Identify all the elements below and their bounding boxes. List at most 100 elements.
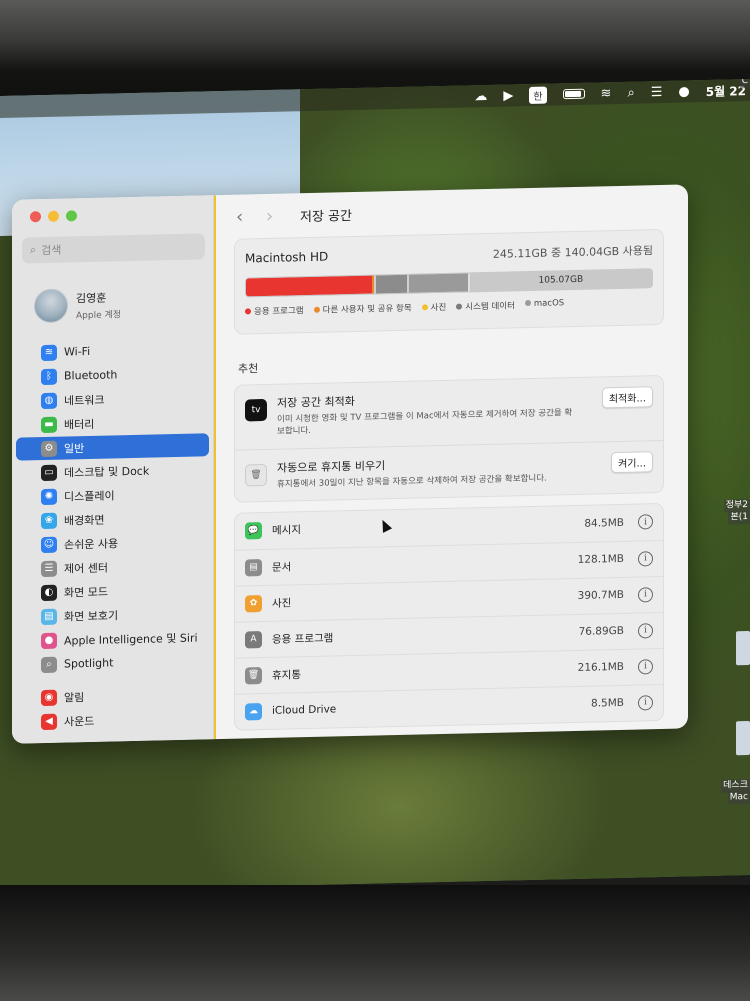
dock-icon: ▭ [41, 464, 57, 481]
legend-dot [245, 308, 251, 315]
optimize-button[interactable]: 최적화... [601, 386, 653, 409]
storage-bar[interactable]: 105.07GB [214, 195, 653, 740]
recommendations-heading: 추천 [238, 362, 259, 376]
search-placeholder: 검색 [41, 243, 62, 258]
sidebar-list: ≋ Wi-Fi ᛒ Bluetooth ◍ 네트워크 ▬ 배터리 ⚙ 일반 ▭ 데스크탑 및 Dock… [12, 337, 213, 734]
category-name: iCloud Drive [272, 703, 337, 718]
legend-dot [313, 306, 320, 313]
sidebar-item-label: 화면 모드 [64, 585, 108, 600]
category-name: 응용 프로그램 [272, 632, 334, 646]
storage-legend: 응용 프로그램 다른 사용자 및 공유 항목 사진 시스템 데이터 macOS [245, 296, 653, 317]
creative-cloud-icon[interactable]: ☁ [474, 88, 487, 103]
zoom-button[interactable] [66, 210, 77, 222]
legend-item: macOS [524, 298, 564, 311]
sidebar-item[interactable]: ◐ 화면 모드 [16, 577, 209, 604]
spotlight-icon: ⌕ [41, 656, 57, 673]
sidebar-item[interactable]: ☺ 손쉬운 사용 [16, 529, 209, 556]
sidebar-item[interactable]: ● Apple Intelligence 및 Siri [16, 625, 209, 652]
sidebar-item[interactable]: ⚙ 일반 [16, 433, 209, 461]
sidebar-item-label: 배터리 [64, 417, 95, 432]
disk-name: Macintosh HD [245, 249, 329, 266]
window-controls [30, 210, 77, 223]
category-size: 216.1MB [577, 661, 624, 675]
sidebar-item[interactable]: ◀ 사운드 [16, 706, 209, 733]
sidebar-item[interactable]: ⌕ Spotlight [16, 649, 209, 676]
sidebar-item[interactable]: ▤ 화면 보호기 [16, 601, 209, 628]
storage-pane: ‹ › 저장 공간 Macintosh HD 245.11GB 중 140.04… [214, 184, 688, 740]
globe-icon: ◍ [41, 392, 57, 409]
screensaver-icon: ▤ [41, 608, 57, 625]
close-button[interactable] [30, 211, 41, 223]
storage-segment-macos[interactable] [406, 273, 468, 293]
bluetooth-icon: ᛒ [41, 368, 57, 385]
info-icon[interactable]: i [638, 695, 653, 711]
sidebar-item[interactable]: ▬ 배터리 [16, 409, 209, 436]
battery-icon: ▬ [41, 416, 57, 433]
legend-label: 응용 프로그램 [254, 306, 304, 318]
recommendation-row: 🗑 자동으로 휴지통 비우기 휴지통에서 30일이 지난 항목을 자동으로 삭제하여… [235, 439, 663, 502]
sidebar-item[interactable]: ❀ 배경화면 [16, 505, 209, 532]
storage-segment-system-data[interactable] [374, 274, 407, 294]
disk-usage-card: Macintosh HD 245.11GB 중 140.04GB 사용됨 105… [214, 195, 664, 740]
input-method-indicator[interactable]: 한 [529, 86, 547, 104]
messages-icon: 💬 [245, 522, 262, 540]
apple-tv-icon: tv [245, 398, 267, 422]
category-size: 76.89GB [578, 625, 624, 639]
category-size: 390.7MB [577, 589, 624, 603]
storage-categories-list: 💬 메시지 84.5MB i ▤ 문서 128.1MB i ✿ 사진 390.7MB i A 응용 프로그… [234, 502, 664, 731]
info-icon[interactable]: i [638, 659, 653, 675]
desktop-label-c[interactable]: C [739, 78, 750, 89]
wifi-icon: ≋ [41, 344, 57, 361]
wifi-icon[interactable]: ≋ [601, 86, 612, 101]
recommendation-description: 이미 시청한 영화 및 TV 프로그램을 이 Mac에서 자동으로 제거하여 저… [277, 408, 573, 438]
system-settings-window: ⌕ 검색 김영훈 Apple 계정 ≋ Wi-Fi ᛒ Bluetooth ◍ 네트워크 ▬… [12, 184, 688, 744]
storage-segment-apps[interactable] [246, 275, 372, 297]
desktop-label-2[interactable]: 본(1 [728, 510, 750, 525]
recommendation-row: tv 저장 공간 최적화 이미 시청한 영화 및 TV 프로그램을 이 Mac에서 … [235, 376, 663, 449]
back-button[interactable]: ‹ [236, 206, 250, 227]
category-name: 사진 [272, 597, 292, 610]
page-title: 저장 공간 [300, 208, 352, 225]
appearance-icon: ◐ [41, 584, 57, 601]
play-icon[interactable]: ▶ [503, 88, 513, 103]
sidebar-item-label: 손쉬운 사용 [64, 536, 119, 552]
desktop-file-icon[interactable] [736, 630, 750, 666]
legend-label: 다른 사용자 및 공유 항목 [322, 303, 412, 316]
monitor-bezel-bottom [0, 885, 750, 1001]
battery-icon[interactable] [562, 88, 585, 100]
recommendation-title: 자동으로 휴지통 비우기 [277, 458, 386, 475]
sidebar-item-label: 알림 [64, 690, 85, 705]
legend-dot [524, 299, 531, 307]
info-icon[interactable]: i [638, 551, 653, 567]
desktop-label-4[interactable]: Mac [727, 790, 750, 805]
storage-segment-free[interactable]: 105.07GB [467, 269, 652, 292]
forward-button[interactable]: › [266, 205, 280, 226]
profile-row[interactable]: 김영훈 Apple 계정 [12, 259, 213, 336]
category-name: 문서 [272, 561, 292, 574]
minimize-button[interactable] [48, 210, 59, 222]
sidebar-item[interactable]: ◉ 알림 [16, 682, 209, 709]
sidebar-item-label: 제어 센터 [64, 561, 108, 576]
info-icon[interactable]: i [638, 623, 653, 639]
sidebar-item[interactable]: ≋ Wi-Fi [16, 337, 209, 364]
info-icon[interactable]: i [638, 514, 653, 530]
desktop-file-icon[interactable] [736, 720, 750, 756]
search-icon[interactable]: ⌕ [627, 85, 634, 100]
siri-icon: ● [41, 632, 57, 649]
sidebar-item[interactable]: ☰ 제어 센터 [16, 553, 209, 580]
sidebar-item[interactable]: ✺ 디스플레이 [16, 481, 209, 508]
speaker-icon: ◀ [41, 713, 57, 730]
trash-icon: 🗑 [245, 666, 262, 685]
recommendation-description: 휴지통에서 30일이 지난 항목을 자동으로 삭제하여 저장 공간을 확보합니다… [277, 473, 547, 490]
sidebar-item[interactable]: ◍ 네트워크 [16, 385, 209, 412]
category-size: 84.5MB [584, 516, 624, 530]
sidebar-item-label: 데스크탑 및 Dock [64, 464, 150, 480]
sidebar-item-label: 사운드 [64, 714, 95, 729]
sidebar-item-label: 화면 보호기 [64, 608, 119, 624]
control-center-icon[interactable]: ☰ [651, 84, 663, 99]
enable-button[interactable]: 켜기... [611, 450, 653, 473]
sidebar-item[interactable]: ᛒ Bluetooth [16, 361, 209, 388]
sidebar-item[interactable]: ▭ 데스크탑 및 Dock [16, 457, 209, 484]
info-icon[interactable]: i [638, 587, 653, 603]
siri-icon[interactable]: ● [678, 84, 689, 99]
